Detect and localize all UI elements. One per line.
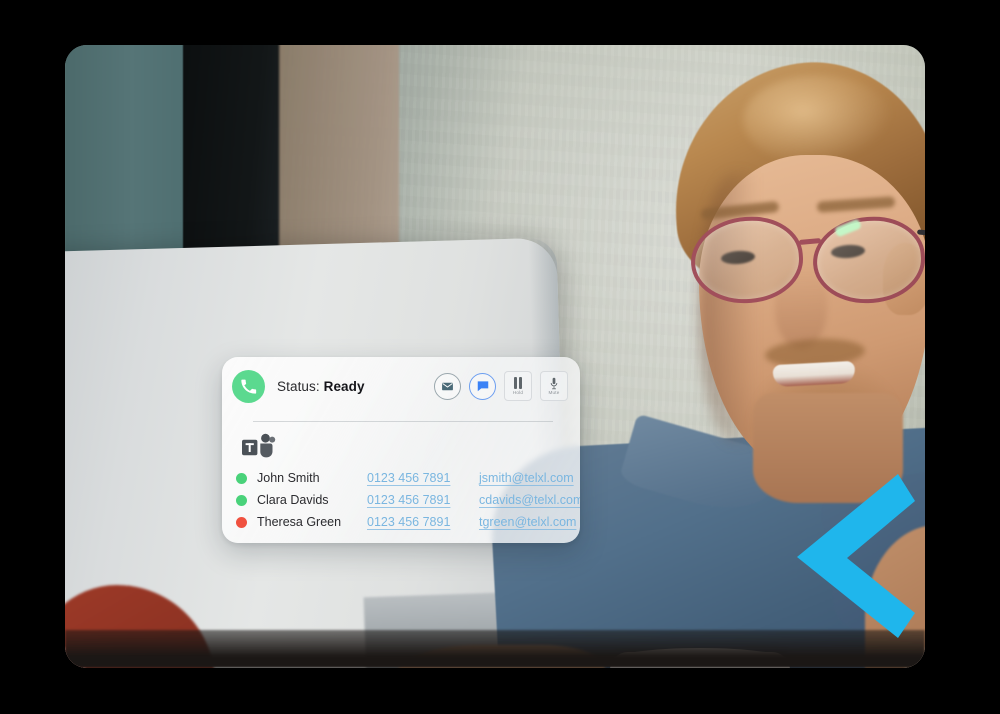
presence-dot	[236, 472, 247, 484]
contact-phone-link[interactable]: 0123 456 7891	[367, 515, 479, 529]
photo-glasses	[685, 211, 925, 321]
contact-name: Theresa Green	[257, 515, 342, 529]
contact-phone-link[interactable]: 0123 456 7891	[367, 493, 479, 507]
photo-glasses-lens-left	[688, 213, 806, 307]
phone-status-badge[interactable]	[232, 369, 265, 403]
presence-dot	[236, 516, 247, 528]
photo-hair-highlight	[743, 75, 893, 165]
widget-divider	[253, 421, 553, 422]
contact-name: Clara Davids	[257, 493, 329, 507]
chevron-left-logo	[795, 470, 915, 640]
mute-button-label: Mute	[548, 390, 560, 396]
agent-status-widget: Status: Ready Hold Mute John Smith 0123 …	[222, 357, 580, 543]
status-value: Ready	[323, 378, 365, 394]
table-row[interactable]: Theresa Green 0123 456 7891 tgreen@telxl…	[230, 511, 580, 533]
chevron-left-icon	[797, 474, 915, 638]
chat-bubble-icon	[477, 381, 488, 392]
contact-name: John Smith	[257, 471, 320, 485]
microsoft-teams-icon[interactable]	[240, 433, 276, 461]
widget-header: Status: Ready Hold Mute	[222, 357, 580, 415]
contact-email-link[interactable]: cdavids@telxl.com	[479, 493, 580, 507]
screenshot-root: Status: Ready Hold Mute John Smith 0123 …	[0, 0, 1000, 714]
contact-email-link[interactable]: jsmith@telxl.com	[479, 471, 574, 485]
hold-button[interactable]: Hold	[504, 371, 532, 401]
pause-icon	[513, 376, 523, 390]
chat-button[interactable]	[469, 372, 496, 400]
table-row[interactable]: Clara Davids 0123 456 7891 cdavids@telxl…	[230, 489, 580, 511]
table-row[interactable]: John Smith 0123 456 7891 jsmith@telxl.co…	[230, 467, 580, 489]
contact-phone-link[interactable]: 0123 456 7891	[367, 471, 479, 485]
status-text: Status: Ready	[277, 379, 365, 394]
envelope-icon	[442, 382, 453, 390]
status-label: Status:	[277, 378, 320, 394]
photo-person-head	[625, 51, 925, 503]
presence-dot	[236, 494, 247, 506]
phone-icon	[241, 379, 257, 394]
widget-action-buttons: Hold Mute	[434, 371, 568, 401]
photo-glasses-lens-right	[810, 213, 925, 307]
email-button[interactable]	[434, 372, 461, 400]
mute-button[interactable]: Mute	[540, 371, 568, 401]
hold-button-label: Hold	[512, 390, 524, 396]
microphone-icon	[550, 376, 558, 390]
photo-mouth	[772, 360, 856, 388]
contacts-list: John Smith 0123 456 7891 jsmith@telxl.co…	[230, 467, 580, 533]
contact-email-link[interactable]: tgreen@telxl.com	[479, 515, 576, 529]
